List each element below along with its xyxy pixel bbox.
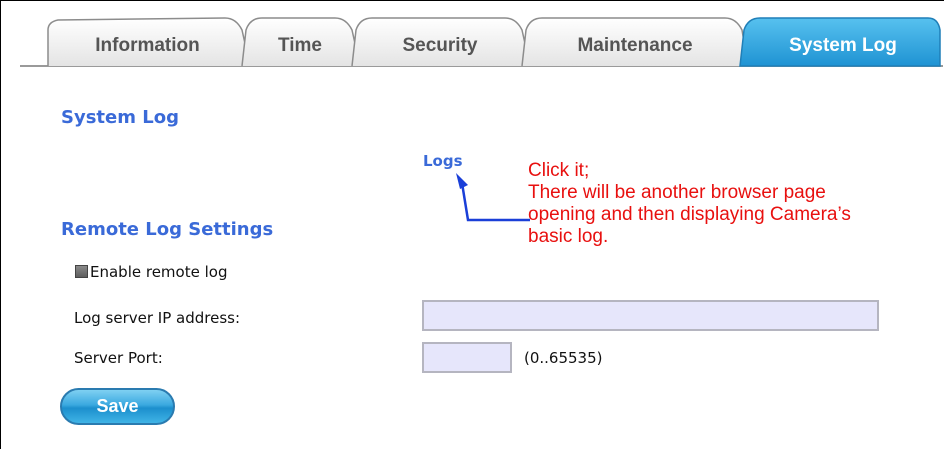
annotation-line: basic log. <box>528 226 609 247</box>
enable-remote-log-checkbox[interactable] <box>75 265 88 278</box>
annotation-line: opening and then displaying Camera’s <box>528 204 851 225</box>
log-server-ip-label: Log server IP address: <box>74 309 241 327</box>
enable-remote-log-label: Enable remote log <box>90 263 228 281</box>
system-log-heading: System Log <box>61 107 179 128</box>
server-port-label: Server Port: <box>74 349 163 367</box>
annotation-line: There will be another browser page <box>528 182 826 203</box>
server-port-input[interactable] <box>422 342 512 373</box>
tab-system-log[interactable]: System Log <box>748 33 938 59</box>
log-server-ip-input[interactable] <box>422 300 879 331</box>
server-port-range: (0..65535) <box>524 349 603 367</box>
remote-log-heading: Remote Log Settings <box>61 219 274 240</box>
annotation-note: Click it; There will be another browser … <box>528 160 938 248</box>
save-button[interactable]: Save <box>60 388 175 425</box>
annotation-arrow <box>456 173 530 222</box>
tab-maintenance[interactable]: Maintenance <box>530 33 740 59</box>
tab-time[interactable]: Time <box>250 33 350 59</box>
tab-information[interactable]: Information <box>60 33 235 59</box>
annotation-line: Click it; <box>528 160 590 181</box>
tab-security[interactable]: Security <box>360 33 520 59</box>
